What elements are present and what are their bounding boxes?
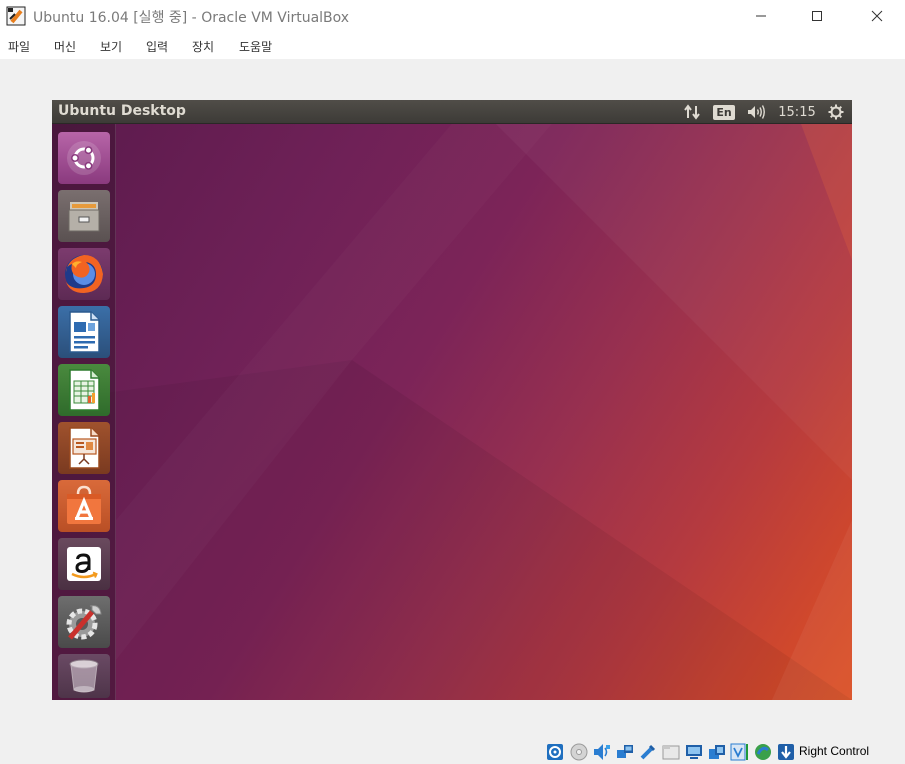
launcher-item-dash[interactable]	[58, 132, 110, 184]
clock-text: 15:15	[778, 104, 816, 120]
maximize-button[interactable]	[794, 0, 840, 32]
launcher-item-amazon[interactable]	[58, 538, 110, 590]
menu-input[interactable]: 입력	[146, 38, 168, 55]
menu-file[interactable]: 파일	[8, 38, 30, 55]
launcher-item-firefox[interactable]	[58, 248, 110, 300]
launcher-item-files[interactable]	[58, 190, 110, 242]
top-panel-title: Ubuntu Desktop	[58, 103, 186, 119]
menu-machine[interactable]: 머신	[54, 38, 76, 55]
gear-icon	[828, 104, 844, 120]
audio-icon[interactable]	[593, 743, 611, 761]
clock-indicator[interactable]: 15:15	[775, 102, 819, 122]
optical-drive-icon[interactable]	[570, 743, 588, 761]
menu-help[interactable]: 도움말	[239, 38, 272, 55]
close-icon	[871, 10, 883, 22]
network-indicator[interactable]	[681, 102, 703, 122]
vm-display[interactable]: Ubuntu Desktop En 15:15	[52, 100, 852, 700]
desktop-wallpaper	[52, 100, 852, 700]
window-title: Ubuntu 16.04 [실행 중] - Oracle VM VirtualB…	[33, 10, 350, 26]
libreoffice-impress-icon	[69, 427, 100, 469]
launcher-item-calc[interactable]	[58, 364, 110, 416]
keyboard-layout-indicator[interactable]: En	[712, 102, 736, 122]
amazon-icon	[67, 547, 101, 581]
shared-folders-icon[interactable]	[662, 743, 680, 761]
menubar: 파일 머신 보기 입력 장치 도움말	[0, 32, 905, 59]
launcher-item-writer[interactable]	[58, 306, 110, 358]
libreoffice-writer-icon	[69, 311, 100, 353]
hard-disk-icon[interactable]	[546, 743, 564, 761]
video-capture-icon[interactable]	[708, 743, 726, 761]
libreoffice-calc-icon	[69, 369, 100, 411]
close-button[interactable]	[854, 0, 900, 32]
minimize-icon	[756, 15, 766, 17]
speaker-icon	[748, 105, 765, 119]
host-key-label: Right Control	[799, 744, 870, 758]
session-indicator[interactable]	[825, 102, 847, 122]
network-transfer-icon	[684, 104, 700, 120]
mouse-integration-icon[interactable]	[754, 743, 772, 761]
window-titlebar: Ubuntu 16.04 [실행 중] - Oracle VM VirtualB…	[0, 0, 905, 32]
host-key-arrow-icon[interactable]	[777, 743, 795, 761]
statusbar: Right Control	[0, 739, 905, 764]
ubuntu-software-icon	[67, 485, 101, 524]
virtualization-icon[interactable]	[730, 743, 748, 761]
menu-view[interactable]: 보기	[100, 38, 122, 55]
launcher-item-settings[interactable]	[58, 596, 110, 648]
network-icon[interactable]	[616, 743, 634, 761]
menu-devices[interactable]: 장치	[192, 38, 214, 55]
usb-icon[interactable]	[639, 743, 657, 761]
system-settings-icon	[66, 605, 102, 640]
launcher-item-trash[interactable]	[58, 654, 110, 698]
launcher-item-impress[interactable]	[58, 422, 110, 474]
sound-indicator[interactable]	[744, 102, 768, 122]
firefox-icon	[65, 255, 103, 293]
launcher-item-software[interactable]	[58, 480, 110, 532]
keyboard-layout-badge: En	[713, 104, 735, 120]
unity-launcher	[52, 124, 116, 700]
ubuntu-dash-icon	[67, 141, 101, 175]
display-icon[interactable]	[685, 743, 703, 761]
unity-top-panel: Ubuntu Desktop En 15:15	[52, 100, 852, 124]
virtualbox-app-icon	[6, 6, 26, 26]
trash-icon	[69, 659, 99, 693]
maximize-icon	[812, 11, 822, 21]
minimize-button[interactable]	[738, 0, 784, 32]
files-icon	[68, 202, 100, 232]
